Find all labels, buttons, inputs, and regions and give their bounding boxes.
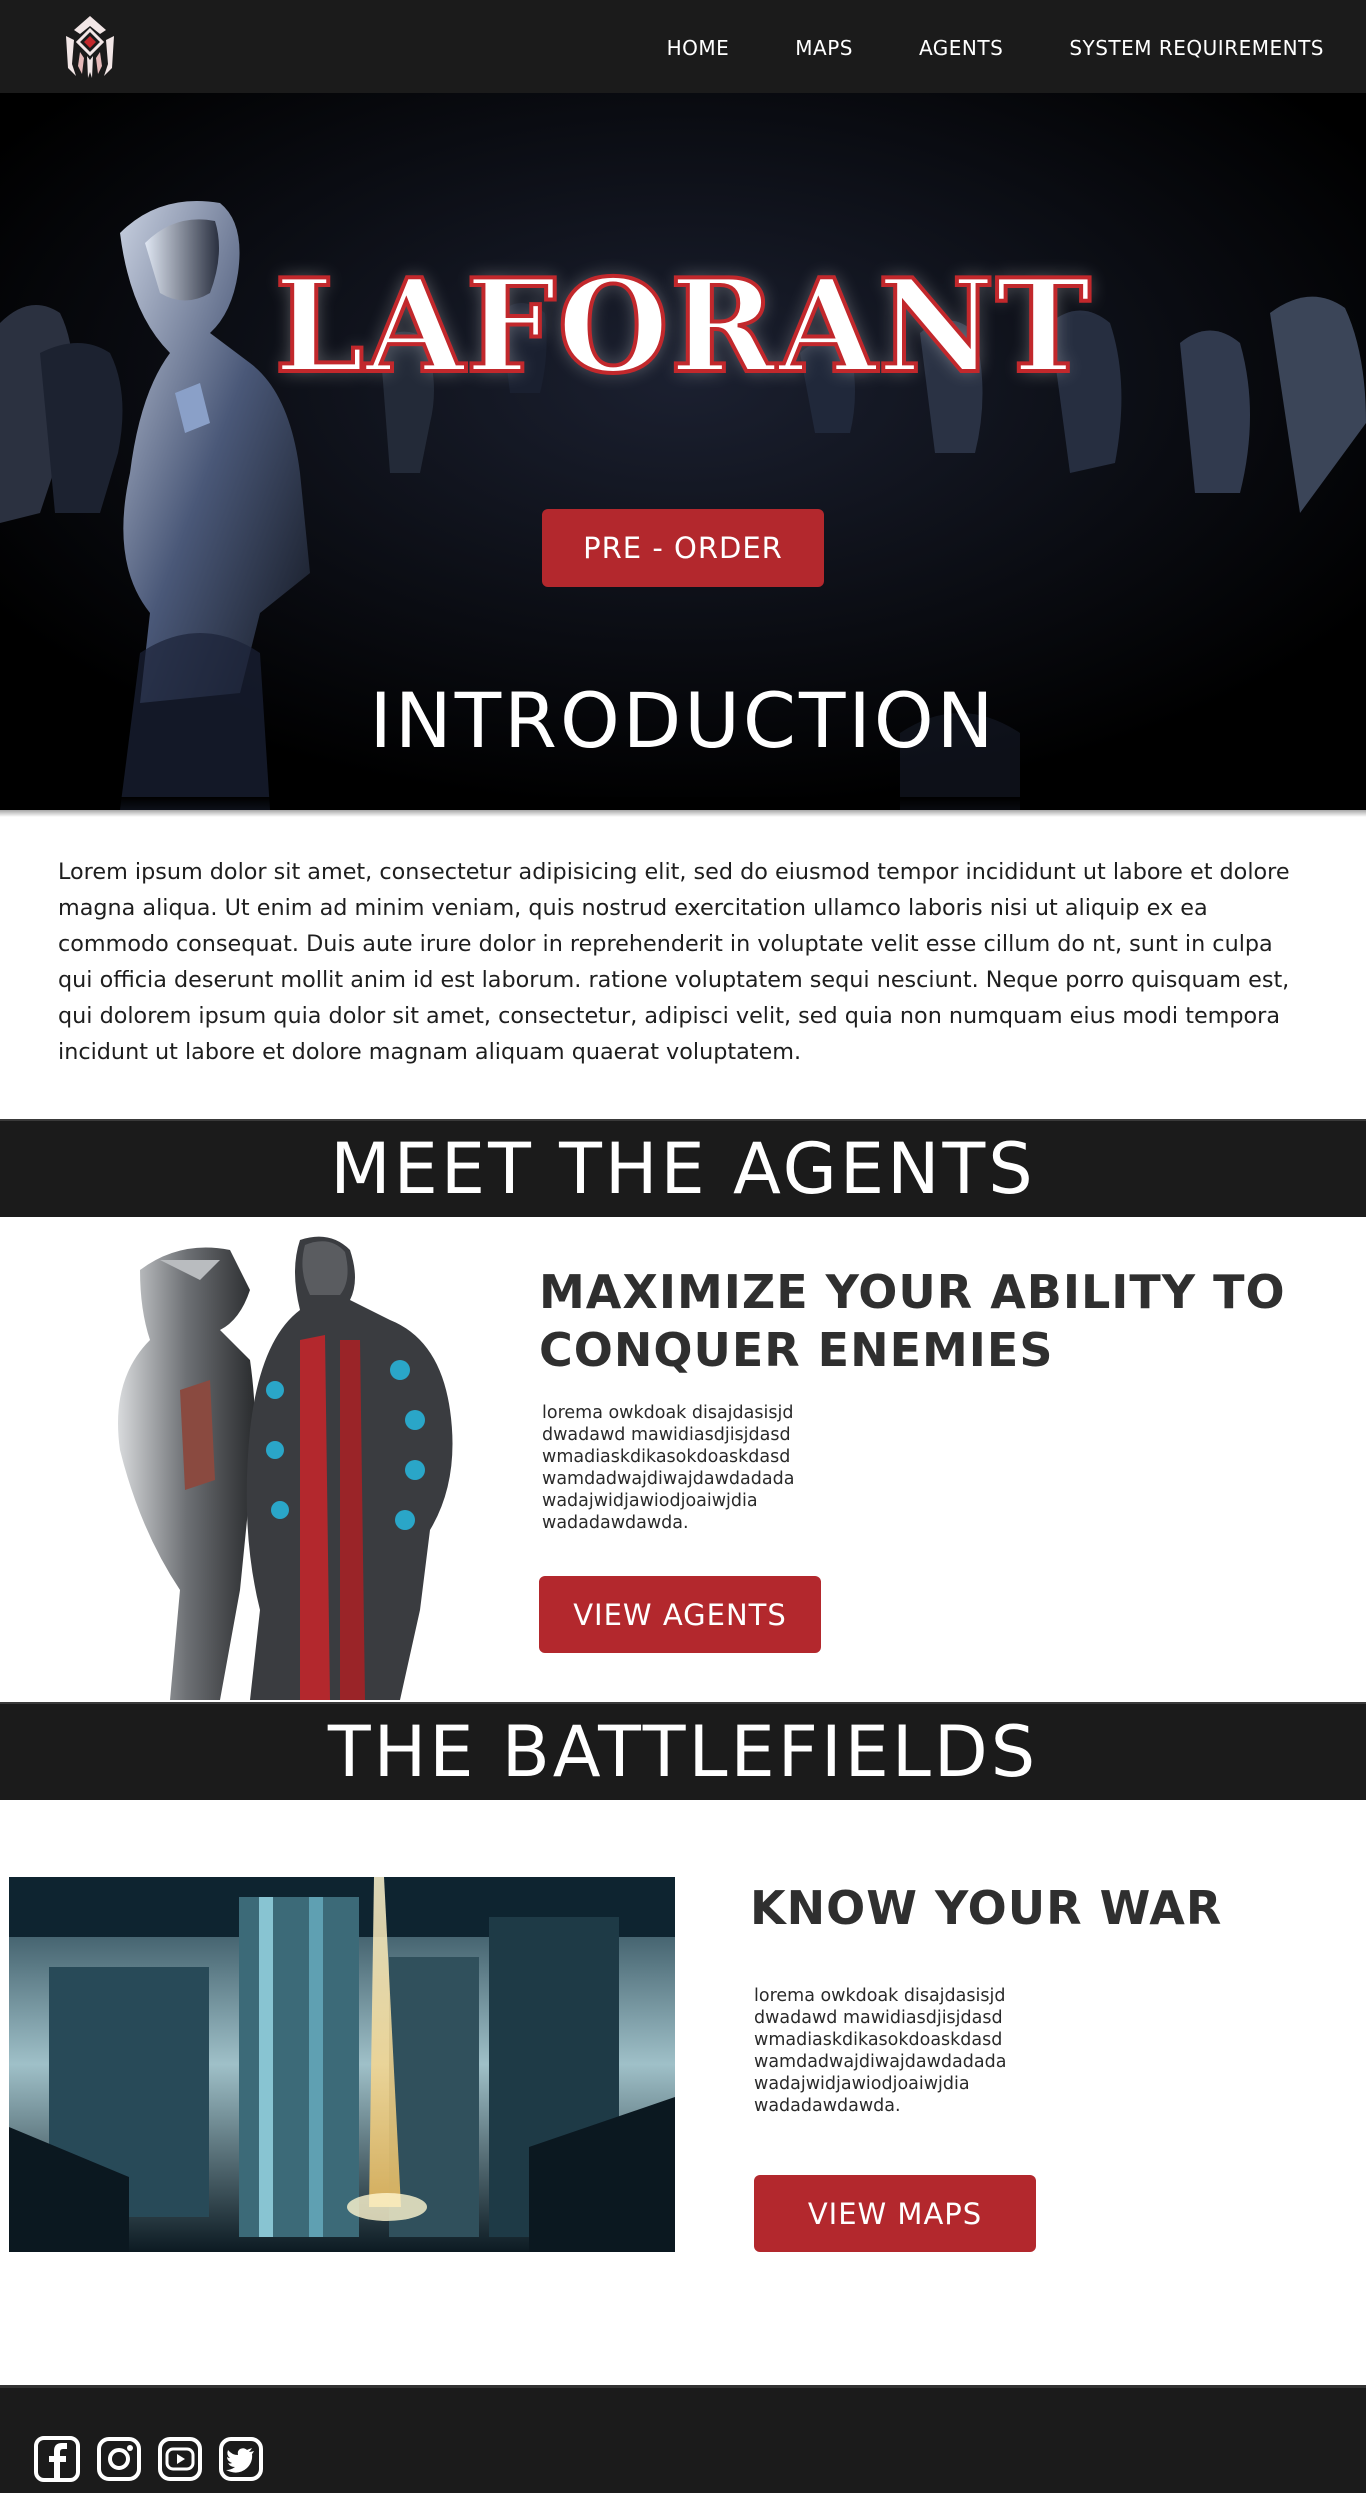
hero-title: LAFORANT [272, 252, 1093, 402]
agents-feature-heading-line-2: CONQUER ENEMIES [539, 1323, 1054, 1377]
warframe-logo-icon[interactable] [56, 12, 124, 80]
battlefields-feature-body: lorema owkdoak disajdasisjd dwadawd mawi… [754, 1985, 1074, 2117]
view-agents-button[interactable]: VIEW AGENTS [539, 1576, 821, 1653]
battlefields-feature-heading: KNOW YOUR WAR [750, 1881, 1223, 1935]
twitter-icon[interactable] [218, 2436, 264, 2482]
agents-feature-heading-line-1: MAXIMIZE YOUR ABILITY TO [539, 1265, 1286, 1319]
agents-body-line: wadajwidjawiodjoaiwjdia [542, 1491, 758, 1511]
battlefields-body-line: lorema owkdoak disajdasisjd [754, 1986, 1006, 2006]
agents-body-line: wmadiaskdikasokdoaskdasd [542, 1447, 791, 1467]
instagram-icon[interactable] [96, 2436, 142, 2482]
footer [0, 2385, 1366, 2493]
introduction-text: Lorem ipsum dolor sit amet, consectetur … [58, 859, 1290, 1065]
battlefields-section-title: THE BATTLEFIELDS [327, 1711, 1039, 1793]
agents-image [118, 1236, 453, 1700]
pre-order-button[interactable]: PRE - ORDER [542, 509, 824, 587]
agents-section-banner: MEET THE AGENTS [0, 1119, 1366, 1217]
agents-body-line: wadadawdawda. [542, 1513, 689, 1533]
nav-link-agents[interactable]: AGENTS [919, 36, 1003, 60]
hero-bottom-shadow [0, 797, 1366, 817]
nav-link-system-requirements[interactable]: SYSTEM REQUIREMENTS [1069, 36, 1324, 60]
facebook-icon[interactable] [34, 2436, 80, 2482]
youtube-icon[interactable] [157, 2436, 203, 2482]
battlefields-body-line: wmadiaskdikasokdoaskdasd [754, 2030, 1003, 2050]
agents-body-line: lorema owkdoak disajdasisjd [542, 1403, 794, 1423]
top-navbar: HOME MAPS AGENTS SYSTEM REQUIREMENTS [0, 0, 1366, 93]
battlefields-body-line: wadadawdawda. [754, 2096, 901, 2116]
introduction-heading: INTRODUCTION [369, 676, 997, 765]
battlefields-body-line: dwadawd mawidiasdjisjdasd [754, 2008, 1003, 2028]
nav-links: HOME MAPS AGENTS SYSTEM REQUIREMENTS [601, 36, 1324, 60]
nav-link-maps[interactable]: MAPS [795, 36, 853, 60]
agents-feature-heading: MAXIMIZE YOUR ABILITY TO CONQUER ENEMIES [539, 1263, 1339, 1379]
battlefields-body-line: wamdadwajdiwajdawdadada [754, 2052, 1007, 2072]
view-maps-button[interactable]: VIEW MAPS [754, 2175, 1036, 2252]
battlefield-map-image [9, 1877, 675, 2252]
hero-section: LAFORANT PRE - ORDER INTRODUCTION [0, 93, 1366, 810]
nav-link-home[interactable]: HOME [667, 36, 730, 60]
battlefields-body-line: wadajwidjawiodjoaiwjdia [754, 2074, 970, 2094]
agents-feature-body: lorema owkdoak disajdasisjd dwadawd mawi… [542, 1402, 862, 1534]
agents-section-title: MEET THE AGENTS [330, 1128, 1036, 1210]
battlefields-section-banner: THE BATTLEFIELDS [0, 1702, 1366, 1800]
agents-body-line: dwadawd mawidiasdjisjdasd [542, 1425, 791, 1445]
agents-body-line: wamdadwajdiwajdawdadada [542, 1469, 795, 1489]
